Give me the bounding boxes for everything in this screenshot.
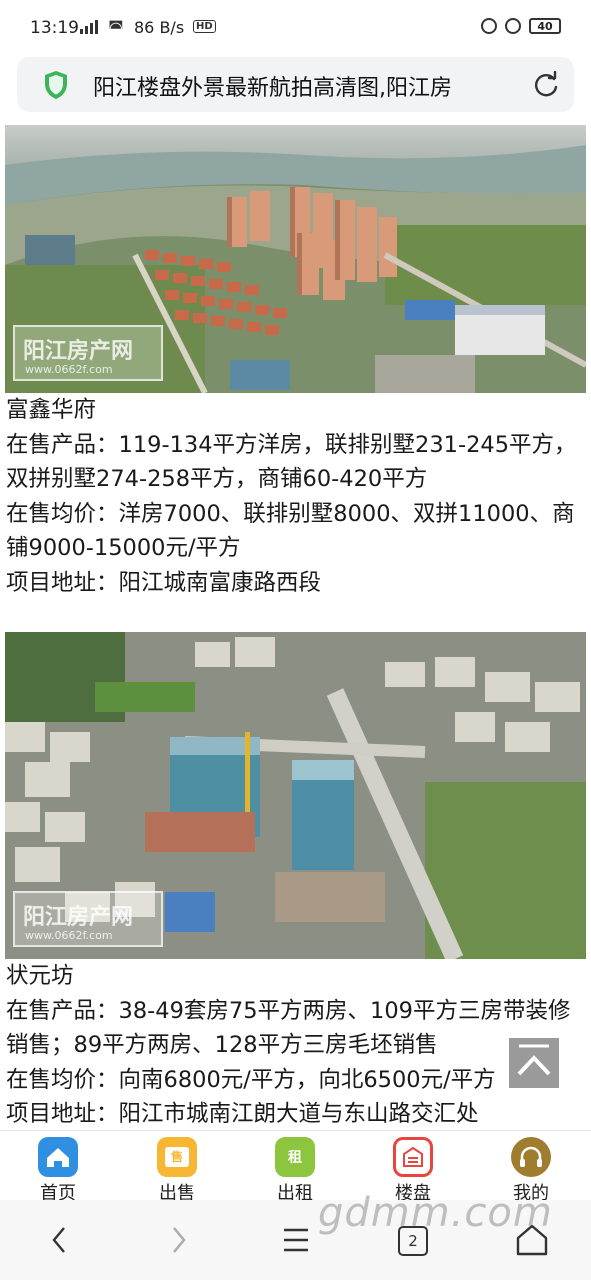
menu-icon[interactable] (282, 1222, 310, 1258)
listing-zhuangyuan: 状元坊 在售产品：38-49套房75平方两房、109平方三房带装修销售；89平方… (6, 959, 586, 1130)
status-time: 13:19 (30, 18, 79, 38)
building-icon (393, 1137, 433, 1177)
wifi-icon: ◚ (108, 18, 124, 37)
lock-rotation-icon (481, 18, 497, 34)
listing-address: 项目地址：阳江市城南江朗大道与东山路交汇处 (6, 1101, 479, 1127)
photo-watermark: 阳江房产网 www.0662f.com (13, 325, 163, 381)
alarm-icon (505, 18, 521, 34)
home-icon (38, 1137, 78, 1177)
rent-glyph: 租 (288, 1150, 302, 1166)
page-title[interactable]: 阳江楼盘外景最新航拍高清图,阳江房 (93, 70, 523, 102)
photo-watermark: 阳江房产网 www.0662f.com (13, 891, 163, 947)
back-to-top-button[interactable] (509, 1038, 559, 1088)
tab-sale[interactable]: 售 出售 (137, 1137, 217, 1205)
forward-icon[interactable] (166, 1222, 190, 1258)
watermark-name: 阳江房产网 (23, 904, 134, 930)
sale-icon: 售 (157, 1137, 197, 1177)
listing-products: 在售产品：38-49套房75平方两房、109平方三房带装修销售；89平方两房、1… (6, 997, 571, 1059)
reload-icon[interactable] (532, 71, 560, 99)
sale-glyph: 售 (170, 1150, 183, 1164)
watermark-url: www.0662f.com (25, 929, 113, 942)
watermark-name: 阳江房产网 (23, 338, 134, 364)
shield-icon (45, 71, 67, 99)
listing-products: 在售产品：119-134平方洋房，联排别墅231-245平方，双拼别墅274-2… (6, 431, 577, 493)
listing-name: 状元坊 (6, 963, 74, 989)
listing-address: 项目地址：阳江城南富康路西段 (6, 569, 322, 596)
chevron-up-icon (517, 1044, 551, 1076)
signal-icon (80, 20, 98, 34)
address-bar[interactable]: 阳江楼盘外景最新航拍高清图,阳江房 (17, 57, 574, 112)
hd-badge: HD (193, 20, 216, 33)
aerial-photo-fuxin: 阳江房产网 www.0662f.com (5, 125, 586, 393)
rent-icon: 租 (275, 1137, 315, 1177)
watermark-url: www.0662f.com (25, 363, 113, 376)
article-content: 阳江房产网 www.0662f.com 富鑫华府 在售产品：119-134平方洋… (0, 125, 591, 1130)
headset-icon (511, 1137, 551, 1177)
tab-home[interactable]: 首页 (18, 1137, 98, 1205)
site-watermark: gdmm.com (318, 1190, 553, 1236)
status-bar: 13:19 ◚ 86 B/s HD 40 (0, 0, 591, 58)
aerial-photo-zhuangyuan: 阳江房产网 www.0662f.com (5, 632, 586, 959)
back-icon[interactable] (48, 1222, 72, 1258)
listing-fuxin: 富鑫华府 在售产品：119-134平方洋房，联排别墅231-245平方，双拼别墅… (6, 393, 586, 600)
listing-price: 在售均价：洋房7000、联排别墅8000、双拼11000、商铺9000-1500… (6, 500, 575, 562)
listing-price: 在售均价：向南6800元/平方，向北6500元/平方 (6, 1066, 496, 1093)
listing-name: 富鑫华府 (6, 397, 97, 423)
battery-indicator: 40 (529, 18, 561, 34)
network-speed: 86 B/s (134, 18, 185, 37)
